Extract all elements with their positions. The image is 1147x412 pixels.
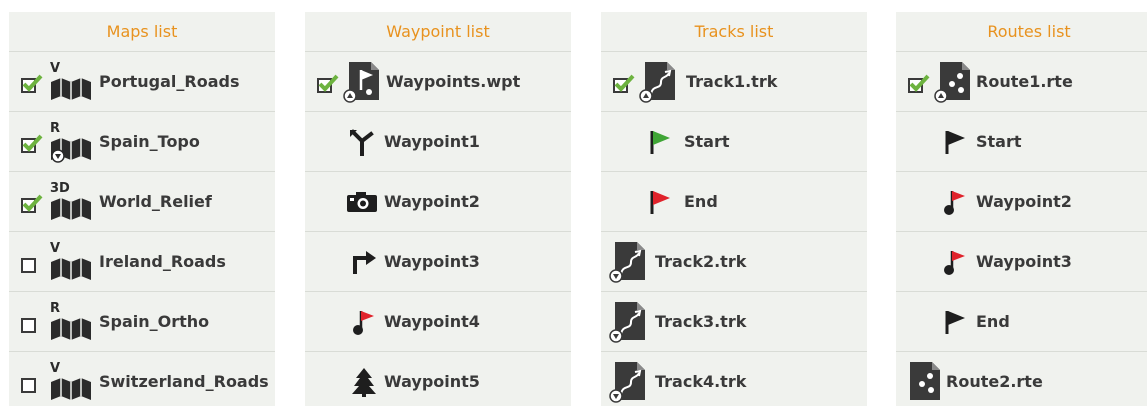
svg-text:V: V <box>50 361 60 376</box>
checkbox-checked-icon[interactable] <box>21 194 43 213</box>
waypoint-label: Waypoint2 <box>384 192 480 211</box>
checkbox-checked-icon[interactable] <box>908 74 930 93</box>
green-flag-icon <box>647 129 673 155</box>
map-label: Spain_Ortho <box>99 312 210 331</box>
map-folded-icon: V <box>49 360 97 402</box>
track-file-label: Track3.trk <box>655 312 747 331</box>
route-file-label: Route1.rte <box>976 72 1073 91</box>
svg-text:R: R <box>50 301 60 316</box>
route-file-row[interactable]: Route2.rte <box>896 352 1147 411</box>
map-label: Spain_Topo <box>99 132 200 151</box>
map-row-spain-ortho[interactable]: R Spain_Ortho <box>9 292 275 352</box>
checkbox-unchecked-icon[interactable] <box>21 254 39 273</box>
maps-list-title: Maps list <box>9 12 275 52</box>
map-row-world-relief[interactable]: 3D World_Relief <box>9 172 275 232</box>
map-row-switzerland-roads[interactable]: V Switzerland_Roads <box>9 352 275 411</box>
checkbox-checked-icon[interactable] <box>21 134 43 153</box>
waypoint-row[interactable]: Waypoint3 <box>305 232 571 292</box>
map-row-spain-topo[interactable]: R Spain_Topo <box>9 112 275 172</box>
track-point-label: Start <box>684 132 730 151</box>
map-row-portugal-roads[interactable]: V Portugal_Roads <box>9 52 275 112</box>
svg-text:R: R <box>50 121 60 136</box>
routes-list-panel: Routes list Route1.rte Start Waypoint2 W… <box>896 12 1147 406</box>
map-folded-icon: R <box>49 300 97 342</box>
waypoint-file-label: Waypoints.wpt <box>386 72 521 91</box>
track-point-label: End <box>684 192 718 211</box>
map-label: Switzerland_Roads <box>99 372 269 391</box>
route-file-icon <box>904 360 944 404</box>
map-row-ireland-roads[interactable]: V Ireland_Roads <box>9 232 275 292</box>
route-point-row[interactable]: End <box>896 292 1147 352</box>
track-file-icon <box>609 240 649 284</box>
black-flag-icon <box>942 129 968 155</box>
map-label: Ireland_Roads <box>99 252 226 271</box>
pin-flag-icon <box>351 308 377 336</box>
track-file-row[interactable]: Track4.trk <box>601 352 867 411</box>
waypoint-label: Waypoint5 <box>384 372 480 391</box>
checkbox-unchecked-icon[interactable] <box>21 314 39 333</box>
checkbox-checked-icon[interactable] <box>613 74 635 93</box>
waypoint-file-icon <box>343 60 383 104</box>
map-folded-icon: V <box>49 240 97 282</box>
route-point-label: Waypoint3 <box>976 252 1072 271</box>
checkbox-checked-icon[interactable] <box>21 74 43 93</box>
map-label: World_Relief <box>99 192 212 211</box>
route-point-label: End <box>976 312 1010 331</box>
map-folded-icon: 3D <box>49 180 97 222</box>
waypoint-label: Waypoint4 <box>384 312 480 331</box>
route-point-row[interactable]: Waypoint3 <box>896 232 1147 292</box>
tracks-list-title: Tracks list <box>601 12 867 52</box>
map-folded-icon: V <box>49 60 97 102</box>
track-file-label: Track4.trk <box>655 372 747 391</box>
checkbox-checked-icon[interactable] <box>317 74 339 93</box>
checkbox-unchecked-icon[interactable] <box>21 374 39 393</box>
red-flag-icon <box>647 189 673 215</box>
track-file-icon <box>609 360 649 404</box>
waypoint-row[interactable]: Waypoint5 <box>305 352 571 411</box>
tracks-list-panel: Tracks list Track1.trk Start End Track2.… <box>601 12 867 406</box>
waypoint-label: Waypoint3 <box>384 252 480 271</box>
route-file-row[interactable]: Route1.rte <box>896 52 1147 112</box>
routes-list-title: Routes list <box>896 12 1147 52</box>
track-file-label: Track2.trk <box>655 252 747 271</box>
maps-list-panel: Maps list V Portugal_Roads R Spain_Topo … <box>9 12 275 406</box>
tree-icon <box>351 367 377 397</box>
fork-sign-icon <box>348 128 376 156</box>
track-file-row[interactable]: Track2.trk <box>601 232 867 292</box>
track-file-row[interactable]: Track3.trk <box>601 292 867 352</box>
route-point-row[interactable]: Start <box>896 112 1147 172</box>
track-point-row[interactable]: End <box>601 172 867 232</box>
waypoint-label: Waypoint1 <box>384 132 480 151</box>
track-file-row[interactable]: Track1.trk <box>601 52 867 112</box>
route-point-row[interactable]: Waypoint2 <box>896 172 1147 232</box>
camera-icon <box>346 191 378 213</box>
svg-text:3D: 3D <box>50 181 70 196</box>
route-file-icon <box>934 60 974 104</box>
waypoint-row[interactable]: Waypoint1 <box>305 112 571 172</box>
track-file-label: Track1.trk <box>686 72 778 91</box>
waypoint-file-row[interactable]: Waypoints.wpt <box>305 52 571 112</box>
black-flag-icon <box>942 309 968 335</box>
turn-right-icon <box>350 248 378 276</box>
waypoint-list-title: Waypoint list <box>305 12 571 52</box>
route-point-label: Start <box>976 132 1022 151</box>
route-file-label: Route2.rte <box>946 372 1043 391</box>
svg-text:V: V <box>50 241 60 256</box>
route-point-label: Waypoint2 <box>976 192 1072 211</box>
pin-flag-icon <box>942 188 968 216</box>
track-point-row[interactable]: Start <box>601 112 867 172</box>
pin-flag-icon <box>942 248 968 276</box>
waypoint-row[interactable]: Waypoint2 <box>305 172 571 232</box>
svg-text:V: V <box>50 61 60 76</box>
waypoint-list-panel: Waypoint list Waypoints.wpt Waypoint1 Wa… <box>305 12 571 406</box>
track-file-icon <box>609 300 649 344</box>
map-folded-icon: R <box>49 120 97 166</box>
map-label: Portugal_Roads <box>99 72 240 91</box>
track-file-icon <box>639 60 679 104</box>
waypoint-row[interactable]: Waypoint4 <box>305 292 571 352</box>
